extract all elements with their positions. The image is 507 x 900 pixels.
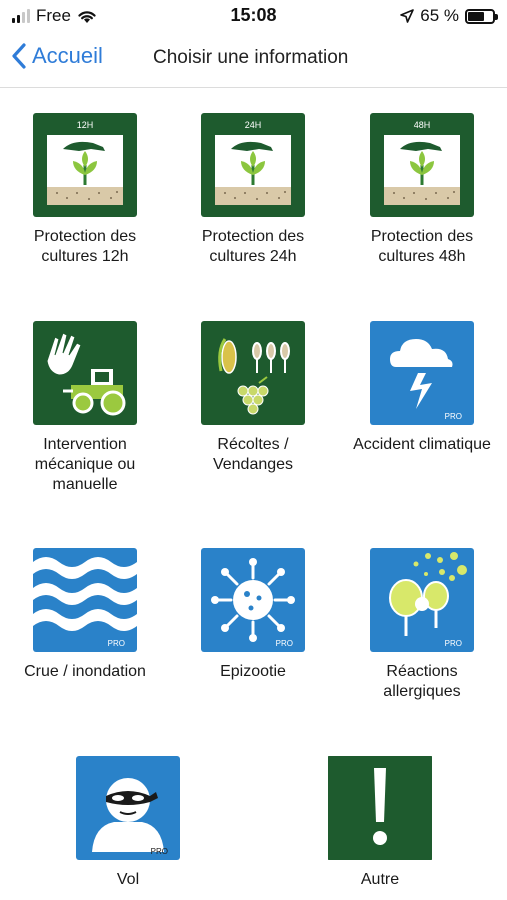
storm-cloud-icon: PRO [370, 321, 474, 425]
tile-label: Intervention mécanique ou manuelle [34, 436, 136, 493]
tile-crue-inondation[interactable]: PRO Crue / inondation [5, 548, 165, 682]
pro-badge: PRO [445, 639, 462, 648]
pro-badge: PRO [151, 847, 168, 856]
tile-autre[interactable]: Autre [300, 756, 460, 890]
status-right: 65 % [400, 6, 498, 26]
tile-label: Accident climatique [353, 436, 491, 453]
duration-tag: 48H [414, 120, 431, 130]
tile-label: Autre [360, 871, 400, 888]
back-button[interactable]: Accueil [10, 42, 103, 70]
duration-tag: 12H [77, 120, 94, 130]
crop-protection-icon: 48H [370, 113, 474, 217]
tile-label: Protection des cultures 12h [33, 228, 137, 265]
tile-label: Protection des cultures 48h [370, 228, 474, 265]
tile-label: Réactions allergiques [383, 663, 461, 700]
tile-label: Epizootie [220, 663, 286, 680]
tile-protection-48h[interactable]: 48H Protection des cultures 48h [342, 113, 502, 267]
tile-reactions-allergiques[interactable]: PRO Réactions allergiques [342, 548, 502, 702]
chevron-left-icon [12, 43, 26, 69]
tile-vol[interactable]: PRO Vol [48, 756, 208, 890]
crop-protection-icon: 24H [201, 113, 305, 217]
tile-accident-climatique[interactable]: PRO Accident climatique [342, 321, 502, 455]
duration-tag: 24H [245, 120, 262, 130]
pro-badge: PRO [276, 639, 293, 648]
virus-icon: PRO [201, 548, 305, 652]
flood-waves-icon: PRO [33, 548, 137, 652]
tile-label: Crue / inondation [24, 663, 146, 680]
battery-icon [465, 8, 498, 24]
thief-icon: PRO [76, 756, 180, 860]
tile-intervention[interactable]: Intervention mécanique ou manuelle [5, 321, 165, 495]
back-button-label: Accueil [32, 43, 103, 68]
crop-protection-icon: 12H [33, 113, 137, 217]
pollen-trees-icon: PRO [370, 548, 474, 652]
tile-protection-24h[interactable]: 24H Protection des cultures 24h [173, 113, 333, 267]
tractor-hand-icon [33, 321, 137, 425]
tile-label: Vol [116, 871, 140, 888]
tile-protection-12h[interactable]: 12H Protection des cultures 12h [5, 113, 165, 267]
tile-epizootie[interactable]: PRO Epizootie [173, 548, 333, 682]
tile-label: Protection des cultures 24h [201, 228, 305, 265]
navigation-bar: Accueil Choisir une information [0, 30, 507, 88]
pro-badge: PRO [108, 639, 125, 648]
tile-label: Récoltes / Vendanges [212, 436, 294, 473]
status-bar: Free 15:08 65 % [0, 0, 507, 30]
location-arrow-icon [400, 9, 415, 23]
page-title: Choisir une information [153, 47, 349, 68]
exclamation-icon [326, 756, 434, 860]
pro-badge: PRO [445, 412, 462, 421]
battery-percent: 65 % [420, 6, 459, 25]
harvest-icon [201, 321, 305, 425]
tile-recoltes[interactable]: Récoltes / Vendanges [173, 321, 333, 475]
